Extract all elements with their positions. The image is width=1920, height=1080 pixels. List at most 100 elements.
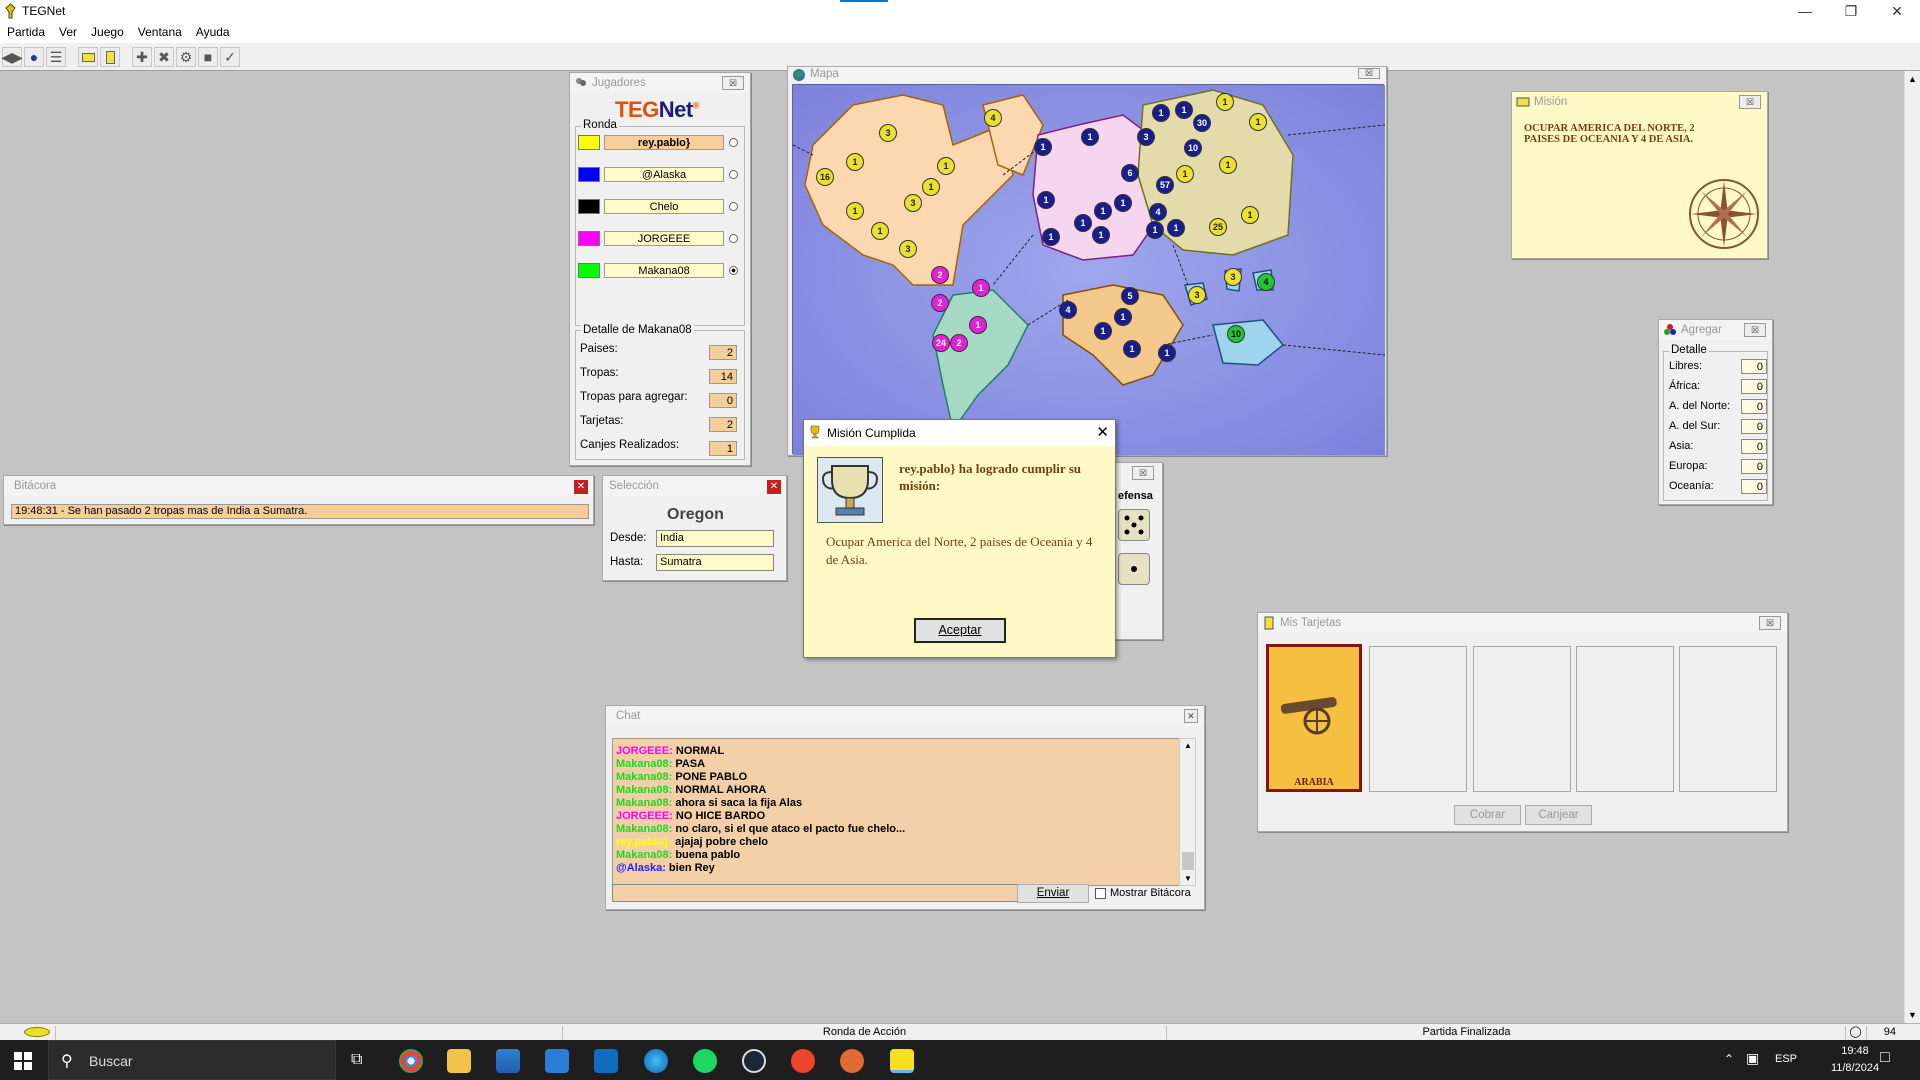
army-marker[interactable]: 2 <box>931 294 949 312</box>
to-field[interactable]: Sumatra <box>656 554 774 571</box>
list-icon[interactable]: ☰ <box>46 47 66 67</box>
army-marker[interactable]: 1 <box>1037 191 1055 209</box>
army-marker[interactable]: 3 <box>904 194 922 212</box>
steam-icon[interactable] <box>742 1049 766 1073</box>
windows-start-icon[interactable] <box>14 1052 32 1073</box>
mission-icon[interactable] <box>78 47 98 67</box>
dialog-close-button[interactable]: ✕ <box>1096 423 1109 441</box>
army-marker[interactable]: 57 <box>1156 176 1174 194</box>
army-marker[interactable]: 1 <box>969 316 987 334</box>
chat-close-button[interactable]: ✕ <box>1184 709 1198 723</box>
army-marker[interactable]: 1 <box>1146 221 1164 239</box>
army-marker[interactable]: 1 <box>846 153 864 171</box>
add-close-button[interactable]: ☒ <box>1744 323 1766 337</box>
connect-icon[interactable]: ◀▶ <box>1 47 23 67</box>
ea-icon[interactable] <box>791 1049 815 1073</box>
army-marker[interactable]: 1 <box>922 178 940 196</box>
scroll-down-icon[interactable]: ▼ <box>1908 1010 1917 1020</box>
army-marker[interactable]: 10 <box>1227 325 1245 343</box>
task-view-icon[interactable]: ⧉ <box>351 1051 362 1069</box>
card-arabia[interactable]: ARABIA <box>1266 644 1362 792</box>
network-icon[interactable]: ▣ <box>1746 1050 1759 1067</box>
dice-close-button[interactable]: ☒ <box>1132 466 1154 480</box>
taskbar-search-box[interactable]: ⚲ Buscar <box>48 1040 336 1080</box>
mail-icon[interactable] <box>545 1049 569 1073</box>
players-close-button[interactable]: ☒ <box>722 76 744 90</box>
accept-button[interactable]: Aceptar <box>914 618 1006 643</box>
start-icon[interactable]: ● <box>24 47 44 67</box>
army-marker[interactable]: 4 <box>1149 203 1167 221</box>
army-marker[interactable]: 10 <box>1184 139 1202 157</box>
army-marker[interactable]: 1 <box>1114 308 1132 326</box>
regroup-icon[interactable]: ⚙ <box>176 47 196 67</box>
chat-input[interactable] <box>612 884 1018 902</box>
attack-icon[interactable]: ✖ <box>154 47 174 67</box>
army-marker[interactable]: 1 <box>1176 165 1194 183</box>
player-row[interactable]: Makana08 <box>578 261 738 279</box>
army-marker[interactable]: 1 <box>871 222 889 240</box>
card-icon[interactable] <box>100 47 120 67</box>
army-marker[interactable]: 1 <box>1081 128 1099 146</box>
show-log-checkbox[interactable] <box>1095 888 1106 899</box>
world-map[interactable]: 3 4 1 16 1 1 3 1 1 3 1 1 1 6 1 1 1 1 1 3 1 1 30 1 1 10 1 57 1 4 1 1 25 1 3… <box>792 84 1385 455</box>
player-turn-radio[interactable] <box>729 202 738 211</box>
army-marker[interactable]: 1 <box>1123 340 1141 358</box>
player-row[interactable]: rey.pablo} <box>578 133 738 151</box>
army-marker[interactable]: 1 <box>1074 214 1092 232</box>
army-marker[interactable]: 4 <box>1257 273 1275 291</box>
game-app-icon[interactable] <box>840 1049 864 1073</box>
store-icon[interactable] <box>496 1049 520 1073</box>
menu-partida[interactable]: Partida <box>0 22 52 39</box>
file-explorer-icon[interactable] <box>447 1049 471 1073</box>
army-marker[interactable]: 1 <box>1249 113 1267 131</box>
army-marker[interactable]: 5 <box>1121 287 1139 305</box>
tegnet-taskbar-icon[interactable] <box>890 1049 914 1073</box>
chat-scrollbar[interactable]: ▲ ▼ <box>1179 738 1196 886</box>
end-turn-icon[interactable]: ✓ <box>220 47 240 67</box>
player-row[interactable]: JORGEEE <box>578 229 738 247</box>
army-marker[interactable]: 1 <box>1241 206 1259 224</box>
notifications-icon[interactable]: □ <box>1880 1049 1890 1067</box>
exchange-button[interactable]: Canjear <box>1525 805 1592 825</box>
army-marker[interactable]: 1 <box>1114 194 1132 212</box>
minimize-button[interactable]: — <box>1782 0 1828 22</box>
army-marker[interactable]: 1 <box>1158 344 1176 362</box>
army-marker[interactable]: 1 <box>1219 156 1237 174</box>
menu-ayuda[interactable]: Ayuda <box>189 22 237 39</box>
army-marker[interactable]: 2 <box>931 266 949 284</box>
army-marker[interactable]: 1 <box>1216 93 1234 111</box>
tray-chevron-icon[interactable]: ⌃ <box>1724 1052 1734 1066</box>
player-turn-radio[interactable] <box>729 138 738 147</box>
army-marker[interactable]: 1 <box>846 202 864 220</box>
army-marker[interactable]: 30 <box>1193 114 1211 132</box>
player-row[interactable]: Chelo <box>578 197 738 215</box>
army-marker[interactable]: 1 <box>1094 202 1112 220</box>
get-card-icon[interactable]: ■ <box>198 47 218 67</box>
army-marker[interactable]: 4 <box>984 109 1002 127</box>
army-marker[interactable]: 1 <box>1094 322 1112 340</box>
army-marker[interactable]: 3 <box>1137 128 1155 146</box>
army-marker[interactable]: 1 <box>937 157 955 175</box>
chrome-icon[interactable] <box>399 1049 423 1073</box>
mission-close-button[interactable]: ☒ <box>1739 95 1761 109</box>
workspace-scrollbar[interactable]: ▲ ▼ <box>1904 71 1920 1023</box>
army-marker[interactable]: 25 <box>1209 218 1227 236</box>
menu-ver[interactable]: Ver <box>52 22 84 39</box>
army-marker[interactable]: 3 <box>1188 286 1206 304</box>
restore-button[interactable]: ❐ <box>1828 0 1874 22</box>
selection-close-button[interactable]: ✕ <box>767 480 781 494</box>
scroll-up-icon[interactable]: ▲ <box>1908 74 1917 84</box>
army-marker[interactable]: 3 <box>1224 268 1242 286</box>
army-marker[interactable]: 1 <box>1167 219 1185 237</box>
player-turn-radio[interactable] <box>729 170 738 179</box>
map-close-button[interactable]: ☒ <box>1358 68 1380 79</box>
army-marker[interactable]: 4 <box>1059 301 1077 319</box>
player-row[interactable]: @Alaska <box>578 165 738 183</box>
army-marker[interactable]: 3 <box>879 124 897 142</box>
spotify-icon[interactable] <box>693 1049 717 1073</box>
edge-icon[interactable] <box>644 1049 668 1073</box>
army-marker[interactable]: 1 <box>972 279 990 297</box>
player-turn-radio[interactable] <box>729 266 738 275</box>
army-marker[interactable]: 1 <box>1152 104 1170 122</box>
army-marker[interactable]: 16 <box>816 168 834 186</box>
